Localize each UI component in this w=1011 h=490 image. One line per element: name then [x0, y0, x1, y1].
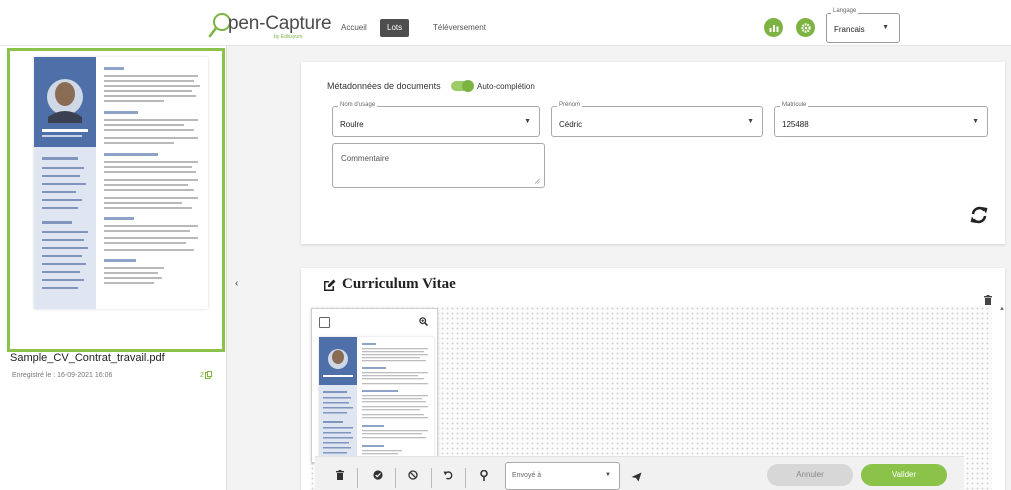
edit-icon: [324, 279, 336, 291]
metadata-title: Métadonnées de documents: [327, 81, 441, 91]
matricule-select[interactable]: Matricule 125488 ▼: [774, 102, 988, 137]
send-to-placeholder: Envoyé à: [512, 472, 542, 479]
toolbar-separator: [357, 468, 358, 488]
logo-subtitle: by Edissyum: [274, 34, 303, 40]
trash-icon: [336, 470, 344, 480]
toggle-knob: [462, 80, 474, 92]
caret-down-icon: ▼: [524, 118, 531, 125]
settings-button[interactable]: [796, 18, 815, 37]
undo-icon: [443, 471, 453, 480]
autocomplete-label: Auto-complétion: [477, 82, 535, 91]
autocomplete-toggle[interactable]: [451, 80, 474, 92]
refresh-button[interactable]: [969, 205, 989, 228]
matricule-legend: Matricule: [780, 102, 809, 108]
validate-pages-button[interactable]: [373, 470, 383, 483]
language-select[interactable]: Langage Francais ▼: [826, 8, 900, 43]
collapse-panel-button[interactable]: ‹: [235, 278, 238, 289]
document-viewer-card: Curriculum Vitae ▲ Envoyé à ▼ Annuler Va…: [301, 268, 1005, 490]
matricule-value: 125488: [782, 120, 809, 129]
scroll-up-icon[interactable]: ▲: [999, 306, 1005, 312]
page-card[interactable]: [311, 308, 438, 463]
check-circle-icon: [373, 470, 383, 480]
ban-icon: [408, 470, 418, 480]
cancel-button[interactable]: Annuler: [767, 464, 853, 486]
cv-page-image: [319, 337, 434, 463]
ignore-pages-button[interactable]: [408, 470, 418, 483]
document-type-title[interactable]: Curriculum Vitae: [323, 276, 456, 293]
zoom-in-icon: [419, 317, 429, 327]
caret-down-icon: ▼: [605, 472, 611, 478]
document-card[interactable]: [7, 48, 225, 352]
sync-icon: [970, 206, 988, 224]
language-value: Francais: [834, 25, 865, 34]
rotate-page-button[interactable]: [443, 470, 453, 483]
toolbar-separator: [465, 468, 466, 488]
comment-textarea[interactable]: Commentaire: [332, 143, 545, 188]
toolbar-separator: [395, 468, 396, 488]
document-filename: Sample_CV_Contrat_travail.pdf: [10, 352, 165, 364]
caret-down-icon: ▼: [747, 118, 754, 125]
validate-button[interactable]: Valider: [861, 464, 947, 486]
trash-icon: [984, 295, 992, 305]
nom-usage-select[interactable]: Nom d'usage Roulre ▼: [332, 102, 540, 137]
delete-pages-button[interactable]: [336, 470, 344, 483]
prenom-value: Cédric: [559, 120, 583, 129]
key-button[interactable]: [479, 469, 489, 484]
nom-usage-value: Roulre: [340, 120, 364, 129]
statistics-button[interactable]: [764, 18, 783, 37]
nom-usage-legend: Nom d'usage: [338, 102, 378, 108]
nav-upload[interactable]: Téléversement: [426, 19, 493, 37]
document-actions-toolbar: Envoyé à ▼ Annuler Valider: [315, 456, 964, 490]
cv-preview-image: [34, 57, 208, 309]
toolbar-separator: [431, 468, 432, 488]
chevron-left-icon: ‹: [235, 278, 239, 289]
resize-handle-icon[interactable]: [534, 178, 540, 184]
key-icon: [480, 469, 488, 481]
page-count-badge: 2: [200, 371, 212, 379]
comment-placeholder: Commentaire: [341, 154, 390, 163]
language-legend: Langage: [831, 8, 859, 14]
send-button[interactable]: [631, 472, 642, 485]
send-icon: [631, 472, 642, 482]
caret-down-icon: ▼: [972, 118, 979, 125]
page-select-checkbox[interactable]: [319, 317, 330, 328]
top-bar: pen-Capture by Edissyum Accueil Lots Tél…: [0, 0, 1011, 46]
document-list-panel: Sample_CV_Contrat_travail.pdf Enregistré…: [0, 46, 227, 490]
document-thumbnail[interactable]: [34, 57, 208, 309]
page-count: 2: [200, 371, 204, 379]
logo-text: pen-Capture: [228, 13, 332, 34]
page-thumbnail: [319, 337, 434, 463]
prenom-legend: Prénom: [557, 102, 583, 108]
chart-icon: [769, 25, 778, 32]
nav-lots[interactable]: Lots: [380, 19, 410, 37]
metadata-card: Métadonnées de documents Auto-complétion…: [301, 62, 1005, 244]
document-type-label: Curriculum Vitae: [342, 276, 456, 292]
caret-down-icon: ▼: [882, 24, 889, 31]
copy-icon: [204, 371, 212, 379]
document-saved-date: Enregistré le : 16-09-2021 16:06: [12, 372, 113, 379]
gear-icon: [800, 22, 811, 33]
zoom-page-button[interactable]: [419, 317, 429, 329]
nav-accueil[interactable]: Accueil: [334, 19, 374, 37]
send-to-select[interactable]: Envoyé à ▼: [505, 462, 620, 490]
prenom-select[interactable]: Prénom Cédric ▼: [551, 102, 763, 137]
